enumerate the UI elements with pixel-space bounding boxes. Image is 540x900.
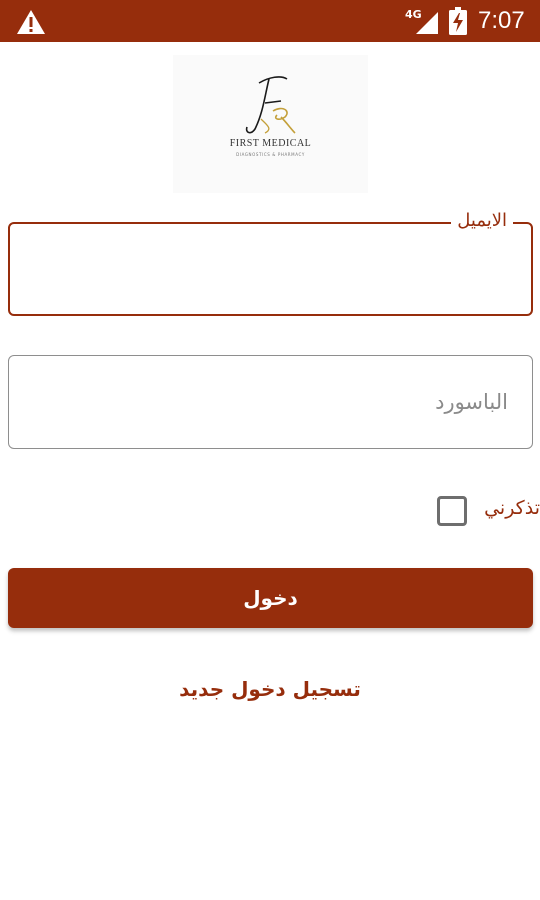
warning-icon <box>17 10 45 34</box>
email-field[interactable]: الايميل <box>8 210 533 316</box>
password-input[interactable] <box>9 356 532 448</box>
email-input[interactable] <box>10 224 531 314</box>
login-button-label: دخول <box>243 586 298 610</box>
battery-charging-icon <box>449 7 467 35</box>
app-logo: FIRST MEDICAL DIAGNOSTICS & PHARMACY <box>173 55 368 193</box>
logo-subtitle: DIAGNOSTICS & PHARMACY <box>236 152 305 157</box>
signal-icon <box>416 12 438 34</box>
register-link[interactable]: تسجيل دخول جديد <box>0 677 540 701</box>
remember-me-checkbox[interactable] <box>437 496 467 526</box>
login-button[interactable]: دخول <box>8 568 533 628</box>
clock: 7:07 <box>478 7 525 34</box>
logo-monogram-icon <box>245 76 296 134</box>
status-bar: 4G 7:07 <box>0 0 540 42</box>
remember-me-label[interactable]: تذكرني <box>470 497 540 519</box>
password-field[interactable] <box>8 355 533 449</box>
logo-name: FIRST MEDICAL <box>229 138 312 149</box>
